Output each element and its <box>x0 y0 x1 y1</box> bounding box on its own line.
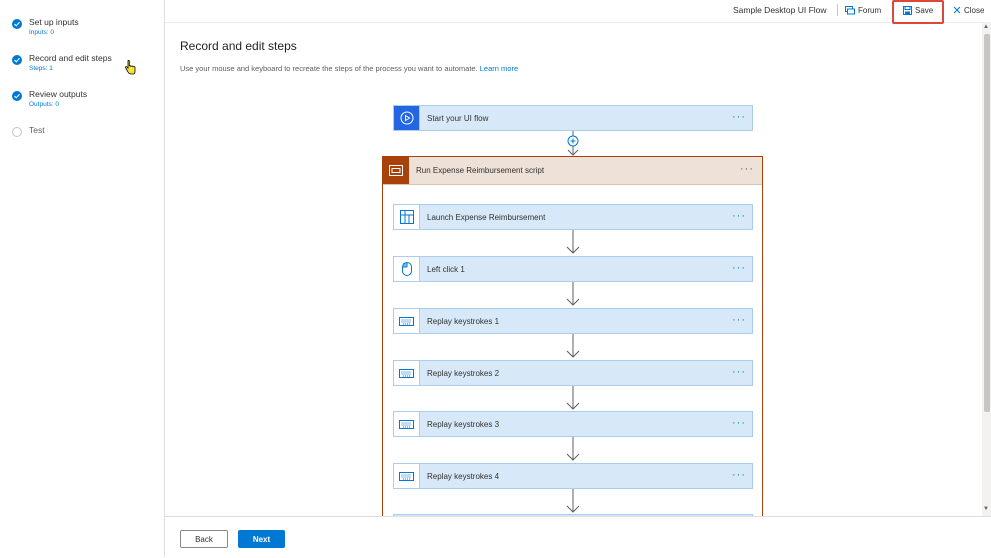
action-card[interactable]: Launch Expense Reimbursement ··· <box>393 204 753 230</box>
action-card[interactable]: Replay keystrokes 1 ··· <box>393 308 753 334</box>
keyboard-icon <box>394 309 420 333</box>
page-title: Record and edit steps <box>180 39 297 53</box>
step-label: Record and edit steps <box>29 53 112 63</box>
check-icon <box>12 55 22 65</box>
more-options-icon[interactable]: ··· <box>732 262 746 274</box>
scroll-down-icon[interactable]: ▼ <box>983 506 989 512</box>
keyboard-icon <box>394 361 420 385</box>
more-options-icon[interactable]: ··· <box>740 163 754 175</box>
more-options-icon[interactable]: ··· <box>732 469 746 481</box>
arrow-down-icon <box>566 230 580 254</box>
action-label: Launch Expense Reimbursement <box>427 213 546 222</box>
arrow-down-icon <box>566 334 580 358</box>
arrow-down-icon <box>566 386 580 410</box>
action-card[interactable]: Replay keystrokes 3 ··· <box>393 411 753 437</box>
action-card[interactable]: Replay keystrokes 4 ··· <box>393 463 753 489</box>
save-icon <box>903 5 912 15</box>
chat-icon <box>845 5 855 14</box>
check-icon <box>12 19 22 29</box>
separator <box>837 4 838 16</box>
step-sub: Steps: 1 <box>29 65 53 72</box>
back-button[interactable]: Back <box>180 530 228 548</box>
save-label: Save <box>915 5 934 15</box>
forum-label: Forum <box>858 5 882 15</box>
close-icon <box>953 6 961 14</box>
action-label: Replay keystrokes 1 <box>427 317 500 326</box>
start-flow-card[interactable]: Start your UI flow ··· <box>393 105 753 131</box>
action-label: Replay keystrokes 4 <box>427 472 500 481</box>
action-label: Replay keystrokes 3 <box>427 420 500 429</box>
action-label: Left click 1 <box>427 265 465 274</box>
close-button[interactable]: Close <box>953 3 984 17</box>
step-label: Review outputs <box>29 89 88 99</box>
app-launch-icon <box>394 205 420 229</box>
arrow-down-icon <box>566 437 580 461</box>
hand-cursor-icon <box>125 60 136 75</box>
description-text: Use your mouse and keyboard to recreate … <box>180 64 478 73</box>
step-sub: Inputs: 0 <box>29 29 54 36</box>
flow-name: Sample Desktop UI Flow <box>733 5 827 15</box>
footer-bar: Back Next <box>165 516 991 558</box>
scroll-up-icon[interactable]: ▲ <box>983 24 989 30</box>
next-button[interactable]: Next <box>238 530 285 548</box>
more-options-icon[interactable]: ··· <box>732 417 746 429</box>
circle-icon <box>12 127 22 137</box>
card-label: Start your UI flow <box>427 114 489 123</box>
keyboard-icon <box>394 412 420 436</box>
play-icon <box>394 106 420 130</box>
scope-icon <box>383 157 409 184</box>
more-options-icon[interactable]: ··· <box>732 210 746 222</box>
wizard-sidebar: Set up inputs Inputs: 0 Record and edit … <box>0 0 165 557</box>
add-step-icon[interactable] <box>566 131 580 156</box>
check-icon <box>12 91 22 101</box>
step-sub: Outputs: 0 <box>29 101 59 108</box>
action-card[interactable]: Replay keystrokes 2 ··· <box>393 360 753 386</box>
save-button[interactable]: Save <box>903 3 933 17</box>
scope-label: Run Expense Reimbursement script <box>416 166 545 175</box>
close-label: Close <box>964 5 985 15</box>
vertical-scrollbar[interactable]: ▲ ▼ <box>982 22 991 516</box>
keyboard-icon <box>394 464 420 488</box>
page-description: Use your mouse and keyboard to recreate … <box>180 64 518 73</box>
action-label: Replay keystrokes 2 <box>427 369 500 378</box>
top-bar: Sample Desktop UI Flow Forum Save Close <box>165 0 991 24</box>
scroll-thumb[interactable] <box>984 34 990 412</box>
mouse-icon <box>394 257 420 281</box>
more-options-icon[interactable]: ··· <box>732 314 746 326</box>
arrow-down-icon <box>566 489 580 513</box>
step-label: Set up inputs <box>29 17 79 27</box>
arrow-down-icon <box>566 282 580 306</box>
more-options-icon[interactable]: ··· <box>732 366 746 378</box>
action-card[interactable]: Left click 1 ··· <box>393 256 753 282</box>
scope-header[interactable]: Run Expense Reimbursement script ··· <box>383 157 762 185</box>
forum-button[interactable]: Forum <box>845 3 881 17</box>
learn-more-link[interactable]: Learn more <box>480 64 518 73</box>
step-label: Test <box>29 125 45 135</box>
more-options-icon[interactable]: ··· <box>732 111 746 123</box>
